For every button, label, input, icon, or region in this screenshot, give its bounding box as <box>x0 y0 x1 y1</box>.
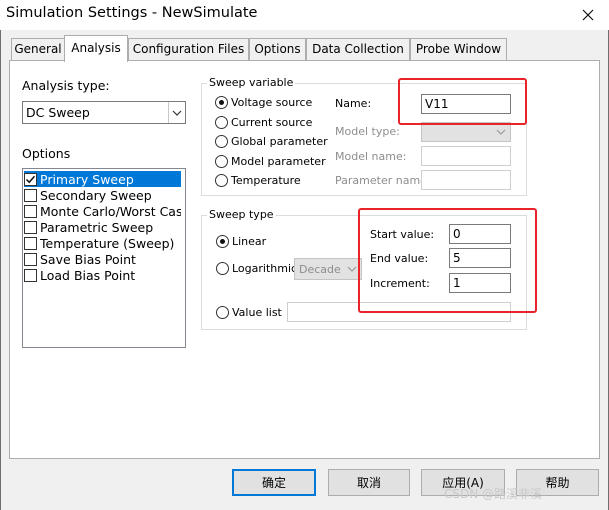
radio-label: Model parameter <box>231 155 326 168</box>
close-button[interactable] <box>573 2 603 28</box>
sweep-type-title: Sweep type <box>207 208 276 221</box>
analysis-type-dropdown[interactable]: DC Sweep <box>22 101 186 124</box>
checkbox[interactable] <box>24 268 37 282</box>
current-source-radio[interactable]: Current source <box>215 116 312 129</box>
tab-label: Analysis <box>71 41 121 55</box>
close-icon <box>582 9 594 21</box>
list-item[interactable]: Secondary Sweep <box>24 187 181 203</box>
option-label: Temperature (Sweep) <box>40 235 175 251</box>
ok-button[interactable]: 确定 <box>232 469 316 496</box>
checkbox[interactable] <box>24 188 37 202</box>
parameter-name-label: Parameter name: <box>335 174 431 187</box>
option-label: Monte Carlo/Worst Case <box>40 203 181 219</box>
tab-general[interactable]: General <box>11 38 65 60</box>
radio-label: Linear <box>232 235 267 248</box>
tab-label: Data Collection <box>312 42 404 56</box>
tab-label: Configuration Files <box>132 42 245 56</box>
tab-label: Probe Window <box>415 42 502 56</box>
dropdown-arrow <box>168 102 185 123</box>
radio-label: Value list <box>232 306 282 319</box>
radio-selected-icon <box>216 235 229 248</box>
watermark: CSDN @路溪非溪 <box>444 487 543 501</box>
option-label: Load Bias Point <box>40 267 136 283</box>
chevron-down-icon <box>496 129 506 135</box>
analysis-type-value: DC Sweep <box>26 105 90 120</box>
tab-label: General <box>14 42 62 56</box>
sweep-values-highlight-box <box>358 208 537 313</box>
radio-label: Logarithmic <box>232 262 298 275</box>
analysis-type-label: Analysis type: <box>22 78 110 93</box>
value-list-radio[interactable]: Value list <box>216 306 282 319</box>
checkbox[interactable] <box>24 236 37 250</box>
radio-icon <box>216 262 229 275</box>
linear-radio[interactable]: Linear <box>216 235 266 248</box>
option-label: Secondary Sweep <box>40 187 152 203</box>
voltage-source-radio[interactable]: Voltage source <box>215 96 312 109</box>
radio-icon <box>215 135 228 148</box>
options-label: Options <box>22 146 71 161</box>
tab-probe-window[interactable]: Probe Window <box>410 38 507 60</box>
tab-options[interactable]: Options <box>249 38 306 60</box>
logarithmic-radio[interactable]: Logarithmic <box>216 262 297 275</box>
name-label: Name: <box>335 97 372 110</box>
radio-icon <box>215 116 228 129</box>
cancel-button[interactable]: 取消 <box>328 469 410 496</box>
model-name-input[interactable] <box>421 146 511 166</box>
list-item[interactable]: Save Bias Point <box>24 251 181 267</box>
radio-label: Voltage source <box>231 96 313 109</box>
checkbox[interactable] <box>24 220 37 234</box>
list-item[interactable]: Monte Carlo/Worst Case <box>24 203 181 219</box>
global-parameter-radio[interactable]: Global parameter <box>215 135 328 148</box>
model-name-label: Model name: <box>335 150 407 163</box>
list-item[interactable]: Parametric Sweep <box>24 219 181 235</box>
list-item[interactable]: Primary Sweep <box>24 171 181 187</box>
parameter-name-input[interactable] <box>421 170 511 190</box>
tab-label: Options <box>254 42 301 56</box>
model-type-dropdown[interactable] <box>421 122 511 142</box>
tab-analysis[interactable]: Analysis <box>64 35 128 62</box>
checkbox[interactable] <box>24 252 37 266</box>
sweep-variable-title: Sweep variable <box>207 76 296 89</box>
radio-icon <box>215 174 228 187</box>
check-icon <box>25 175 36 183</box>
chevron-down-icon <box>172 110 182 116</box>
model-type-label: Model type: <box>335 125 400 138</box>
radio-label: Global parameter <box>231 135 328 148</box>
radio-icon <box>216 306 229 319</box>
tab-configuration-files[interactable]: Configuration Files <box>128 38 249 60</box>
option-label: Parametric Sweep <box>40 219 154 235</box>
chevron-down-icon <box>347 266 357 272</box>
model-parameter-radio[interactable]: Model parameter <box>215 155 326 168</box>
checkbox[interactable] <box>24 172 37 186</box>
checkbox[interactable] <box>24 204 37 218</box>
list-item[interactable]: Load Bias Point <box>24 267 181 283</box>
temperature-radio[interactable]: Temperature <box>215 174 301 187</box>
radio-icon <box>215 155 228 168</box>
tab-data-collection[interactable]: Data Collection <box>306 38 410 60</box>
options-list[interactable]: Primary Sweep Secondary Sweep Monte Carl… <box>22 168 186 348</box>
name-highlight-box <box>398 78 527 125</box>
radio-label: Current source <box>231 116 313 129</box>
radio-label: Temperature <box>231 174 301 187</box>
log-scale-dropdown[interactable]: Decade <box>294 258 362 280</box>
window-title: Simulation Settings - NewSimulate <box>6 5 258 21</box>
list-item[interactable]: Temperature (Sweep) <box>24 235 181 251</box>
option-label: Primary Sweep <box>40 171 134 187</box>
log-scale-value: Decade <box>299 262 341 276</box>
option-label: Save Bias Point <box>40 251 136 267</box>
radio-selected-icon <box>215 96 228 109</box>
